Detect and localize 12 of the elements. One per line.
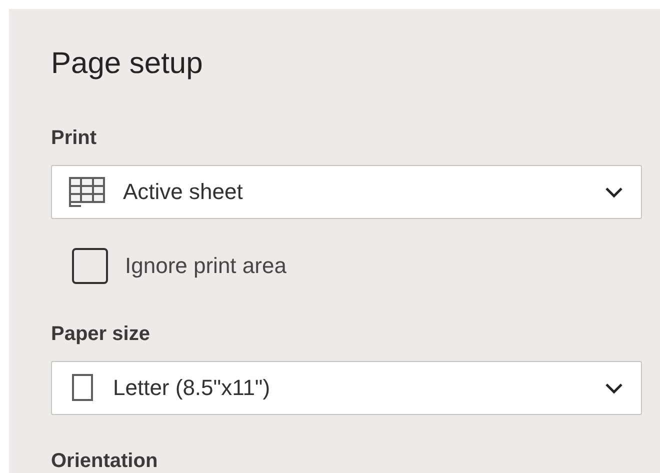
section-label: Print: [51, 126, 98, 150]
dropdown[interactable]: Letter (8.5"x11"): [51, 361, 642, 415]
page-icon: [69, 374, 95, 402]
dropdown[interactable]: Active sheet: [51, 165, 642, 219]
section-label: Orientation: [51, 449, 159, 473]
chevron-down-icon: [605, 186, 623, 198]
checkbox[interactable]: [72, 248, 108, 284]
section-label: Paper size: [51, 322, 151, 346]
table-icon: [69, 177, 105, 207]
panel-title: Page setup: [51, 46, 204, 82]
chevron-down-icon: [605, 382, 623, 394]
checkbox-label: Ignore print area: [125, 253, 286, 279]
